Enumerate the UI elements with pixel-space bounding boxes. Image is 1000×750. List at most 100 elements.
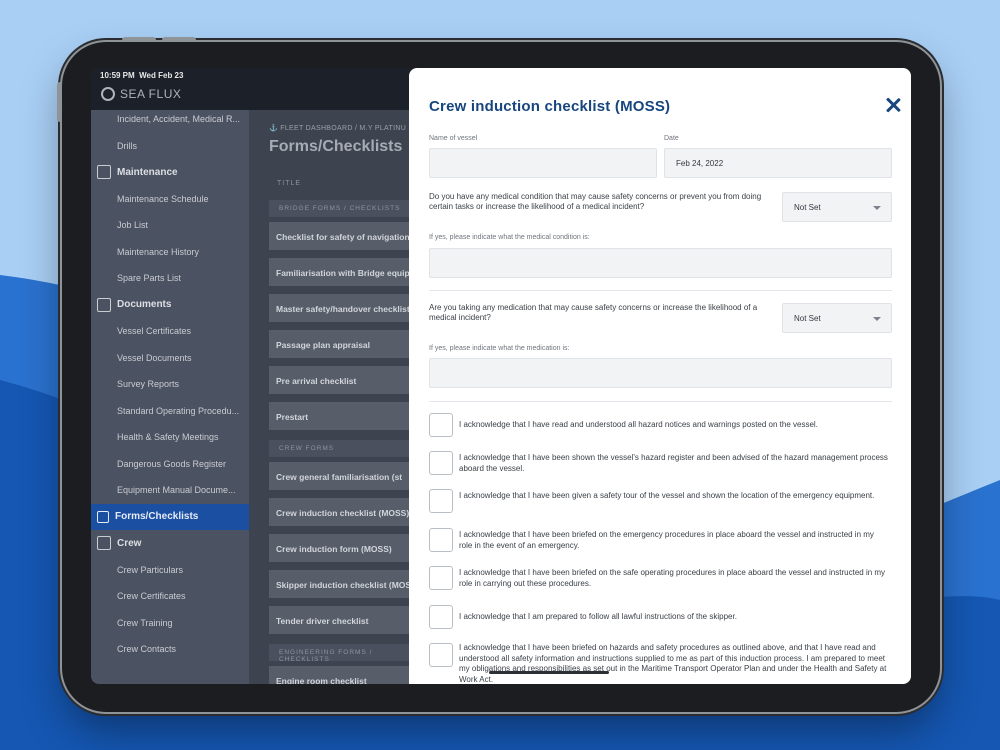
acknowledgement-text: I acknowledge that I have read and under… (459, 420, 818, 429)
form-row[interactable]: Pre arrival checklist (269, 366, 429, 394)
category-header: BRIDGE FORMS / CHECKLISTS (269, 200, 429, 217)
column-header-title[interactable]: TITLE (277, 180, 301, 187)
sidebar-nav: Incident, Accident, Medical R... Drills Ma… (91, 106, 249, 663)
modal-title: Crew induction checklist (MOSS) (429, 98, 671, 115)
sidebar-section[interactable]: Crew (91, 530, 249, 557)
vessel-name-label: Name of vessel (429, 135, 478, 142)
medication-followup-label: If yes, please indicate what the medicat… (429, 345, 570, 352)
acknowledgement-checkbox[interactable] (429, 566, 453, 590)
form-row[interactable]: Prestart (269, 402, 429, 430)
status-time: 10:59 PM (100, 71, 135, 80)
medical-condition-select[interactable]: Not Set (782, 192, 892, 222)
page-title: Forms/Checklists (269, 138, 403, 155)
breadcrumb[interactable]: ⚓ FLEET DASHBOARD / M.Y PLATINU (269, 124, 406, 132)
sidebar-item[interactable]: Crew Contacts (91, 636, 249, 663)
date-input[interactable]: Feb 24, 2022 (664, 148, 892, 178)
people-icon (97, 536, 111, 551)
sidebar-item[interactable]: Incident, Accident, Medical R... (91, 106, 249, 133)
medication-question: Are you taking any medication that may c… (429, 303, 758, 322)
sidebar-item[interactable]: Spare Parts List (91, 265, 249, 292)
acknowledgement-checkbox[interactable] (429, 413, 453, 437)
form-row[interactable]: Master safety/handover checklist (269, 294, 429, 322)
medical-condition-question: Do you have any medical condition that m… (429, 192, 762, 211)
brand-logo: SEA FLUX (101, 87, 181, 101)
sidebar-item-label: Job List (117, 220, 149, 231)
form-row[interactable]: Familiarisation with Bridge equipment (269, 258, 429, 286)
device-button (122, 37, 156, 42)
form-row[interactable]: Skipper induction checklist (MOSS (269, 570, 429, 598)
sidebar-item-label: Survey Reports (117, 379, 180, 390)
chevron-down-icon (873, 317, 881, 321)
sidebar-item-label: Crew (117, 537, 142, 549)
sidebar-item[interactable]: Maintenance History (91, 239, 249, 266)
form-row[interactable]: Passage plan appraisal (269, 330, 429, 358)
sidebar-item-label: Equipment Manual Docume... (117, 485, 236, 496)
sidebar-item[interactable]: Dangerous Goods Register (91, 451, 249, 478)
sidebar-item-label: Maintenance (117, 166, 178, 178)
acknowledgement-checkbox[interactable] (429, 528, 453, 552)
sidebar-item[interactable]: Job List (91, 212, 249, 239)
sidebar-item-label: Crew Contacts (117, 644, 177, 655)
sidebar-item[interactable]: Crew Certificates (91, 583, 249, 610)
vessel-name-input[interactable] (429, 148, 657, 178)
acknowledgement-checkbox[interactable] (429, 489, 453, 513)
sidebar-item-label: Dangerous Goods Register (117, 458, 227, 469)
sidebar-item[interactable]: Vessel Certificates (91, 318, 249, 345)
device-button (162, 37, 196, 42)
brand-name: SEA FLUX (120, 87, 182, 101)
sidebar-item[interactable]: Survey Reports (91, 371, 249, 398)
screen: 10:59 PM Wed Feb 23 SEA FLUX Incident, A… (91, 68, 911, 684)
sidebar-item[interactable]: Forms/Checklists (91, 503, 249, 530)
form-row[interactable]: Crew induction checklist (MOSS) (269, 498, 429, 526)
device-button (57, 82, 62, 122)
category-header: CREW FORMS (269, 440, 429, 457)
form-row[interactable]: Crew general familiarisation (st (269, 462, 429, 490)
acknowledgement-text: I acknowledge that I have been shown the… (459, 453, 888, 473)
form-row[interactable]: Engine room checklist (269, 666, 429, 684)
tablet-device: 10:59 PM Wed Feb 23 SEA FLUX Incident, A… (57, 37, 940, 712)
medication-input[interactable] (429, 358, 892, 388)
sidebar-item-label: Vessel Documents (117, 352, 192, 363)
sidebar-section[interactable]: Documents (91, 292, 249, 319)
acknowledgement-checkbox[interactable] (429, 605, 453, 629)
status-date: Wed Feb 23 (139, 71, 184, 80)
sidebar-item-label: Vessel Certificates (117, 326, 192, 337)
sidebar-item-label: Maintenance Schedule (117, 193, 209, 204)
crew-induction-modal: Crew induction checklist (MOSS) Name of … (409, 68, 911, 684)
sidebar-item[interactable]: Crew Particulars (91, 557, 249, 584)
tools-icon (97, 165, 111, 180)
close-icon[interactable] (885, 97, 901, 113)
form-row[interactable]: Crew induction form (MOSS) (269, 534, 429, 562)
sidebar-item-label: Health & Safety Meetings (117, 432, 219, 443)
sidebar-item-label: Crew Training (117, 617, 173, 628)
sidebar-item[interactable]: Drills (91, 133, 249, 160)
sidebar-item[interactable]: Equipment Manual Docume... (91, 477, 249, 504)
checkbox-icon (97, 510, 109, 523)
medical-condition-input[interactable] (429, 248, 892, 278)
sidebar-item-label: Spare Parts List (117, 273, 182, 284)
form-row[interactable]: Checklist for safety of navigation (269, 222, 429, 250)
sidebar-section[interactable]: Maintenance (91, 159, 249, 186)
divider (429, 290, 892, 291)
acknowledgement-text: I acknowledge that I have been given a s… (459, 491, 875, 500)
date-label: Date (664, 135, 679, 142)
form-row[interactable]: Tender driver checklist (269, 606, 429, 634)
sidebar-item-label: Crew Particulars (117, 564, 184, 575)
status-bar: 10:59 PM Wed Feb 23 (100, 71, 183, 80)
sidebar-item-label: Standard Operating Procedu... (117, 405, 240, 416)
medication-select[interactable]: Not Set (782, 303, 892, 333)
sidebar-item[interactable]: Maintenance Schedule (91, 186, 249, 213)
sidebar-item[interactable]: Crew Training (91, 610, 249, 637)
sidebar-item-label: Maintenance History (117, 246, 200, 257)
acknowledgement-checkbox[interactable] (429, 451, 453, 475)
sidebar-item[interactable]: Vessel Documents (91, 345, 249, 372)
acknowledgement-text: I acknowledge that I am prepared to foll… (459, 612, 737, 621)
home-indicator[interactable] (489, 671, 609, 674)
category-header: ENGINEERING FORMS / CHECKLISTS (269, 644, 429, 663)
sidebar-item[interactable]: Health & Safety Meetings (91, 424, 249, 451)
sidebar-item[interactable]: Standard Operating Procedu... (91, 398, 249, 425)
acknowledgement-text: I acknowledge that I have been briefed o… (459, 568, 886, 588)
acknowledgement-checkbox[interactable] (429, 643, 453, 667)
logo-icon (101, 87, 115, 101)
sidebar-item-label: Forms/Checklists (115, 511, 199, 523)
